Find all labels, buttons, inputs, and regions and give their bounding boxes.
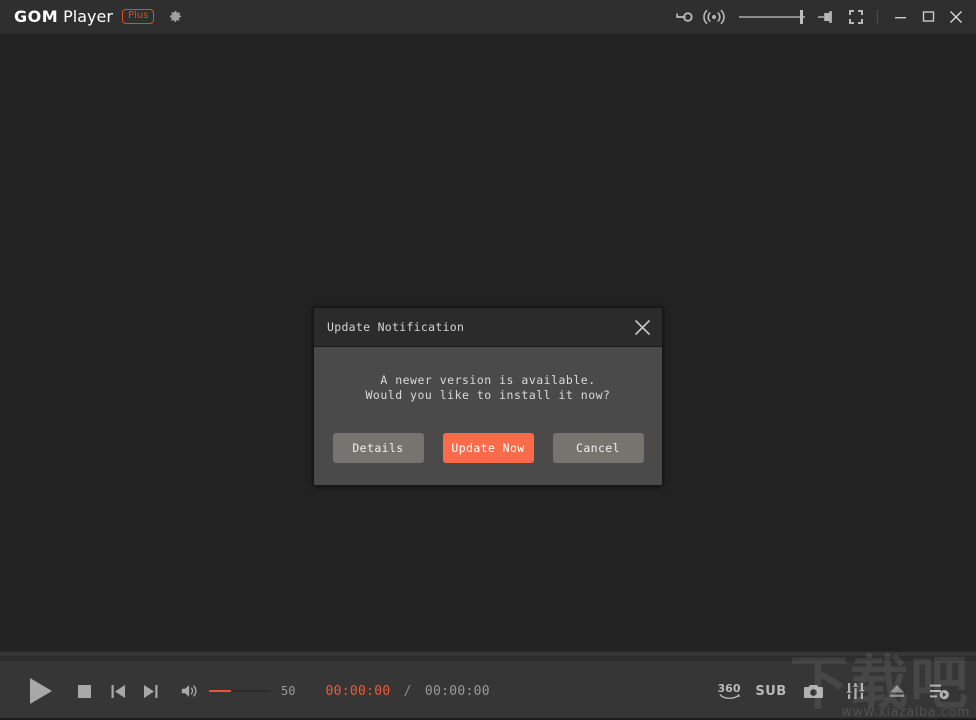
time-current: 00:00:00 [325, 684, 390, 699]
gear-icon[interactable] [168, 9, 183, 24]
gom-player-window: GOM Player Plus [0, 0, 976, 718]
playback-controls: 50 00:00:00 / 00:00:00 [0, 674, 490, 708]
control-bar: 下载吧 www.xiazaiba.com [0, 651, 976, 718]
details-button[interactable]: Details [333, 433, 424, 463]
app-logo: GOM Player Plus [14, 7, 183, 26]
svg-text:360: 360 [718, 682, 741, 695]
dialog-close-icon[interactable] [628, 313, 656, 341]
subtitle-button[interactable]: SUB [750, 670, 792, 712]
screenshot-button[interactable] [792, 670, 834, 712]
volume-icon[interactable] [177, 678, 203, 704]
seek-bar[interactable] [0, 656, 976, 661]
control-row: 50 00:00:00 / 00:00:00 360 SUB [0, 664, 976, 718]
slider-track [739, 16, 805, 18]
volume-slider[interactable] [209, 681, 271, 701]
logo-plus-badge: Plus [122, 9, 154, 24]
titlebar-slider[interactable] [739, 0, 805, 33]
minimize-button[interactable] [886, 0, 914, 33]
slider-knob[interactable] [800, 10, 803, 24]
subtitle-label: SUB [755, 684, 786, 699]
next-track-button[interactable] [137, 678, 163, 704]
stop-button[interactable] [71, 678, 97, 704]
pin-icon[interactable] [811, 0, 841, 33]
title-bar: GOM Player Plus [0, 0, 976, 34]
update-notification-dialog: Update Notification A newer version is a… [313, 307, 663, 486]
dialog-button-row: Details Update Now Cancel [314, 433, 662, 463]
playlist-button[interactable] [918, 670, 960, 712]
title-bar-controls [669, 0, 976, 33]
dialog-message-line-1: A newer version is available. [314, 373, 662, 388]
broadcast-icon[interactable] [699, 0, 729, 33]
vr-360-button[interactable]: 360 [708, 670, 750, 712]
eject-button[interactable] [876, 670, 918, 712]
video-canvas[interactable]: Update Notification A newer version is a… [0, 34, 976, 651]
volume-value: 50 [281, 684, 295, 698]
cancel-button[interactable]: Cancel [553, 433, 644, 463]
dialog-message-line-2: Would you like to install it now? [314, 388, 662, 403]
expand-icon[interactable] [841, 0, 871, 33]
dialog-message: A newer version is available. Would you … [314, 373, 662, 404]
dialog-body: A newer version is available. Would you … [314, 347, 662, 485]
equalizer-button[interactable] [834, 670, 876, 712]
volume-fill [209, 690, 231, 692]
time-total: 00:00:00 [425, 684, 490, 699]
time-display: 00:00:00 / 00:00:00 [325, 684, 489, 699]
secondary-controls: 360 SUB [708, 670, 976, 712]
divider [877, 10, 878, 24]
maximize-button[interactable] [914, 0, 942, 33]
logo-player-text: Player [63, 7, 113, 26]
close-button[interactable] [942, 0, 970, 33]
update-now-button[interactable]: Update Now [443, 433, 534, 463]
play-button[interactable] [24, 674, 58, 708]
dialog-title: Update Notification [327, 320, 464, 334]
previous-track-button[interactable] [105, 678, 131, 704]
logo-gom-text: GOM [14, 7, 58, 26]
key-icon[interactable] [669, 0, 699, 33]
dialog-title-bar: Update Notification [314, 308, 662, 347]
time-separator: / [404, 684, 412, 699]
